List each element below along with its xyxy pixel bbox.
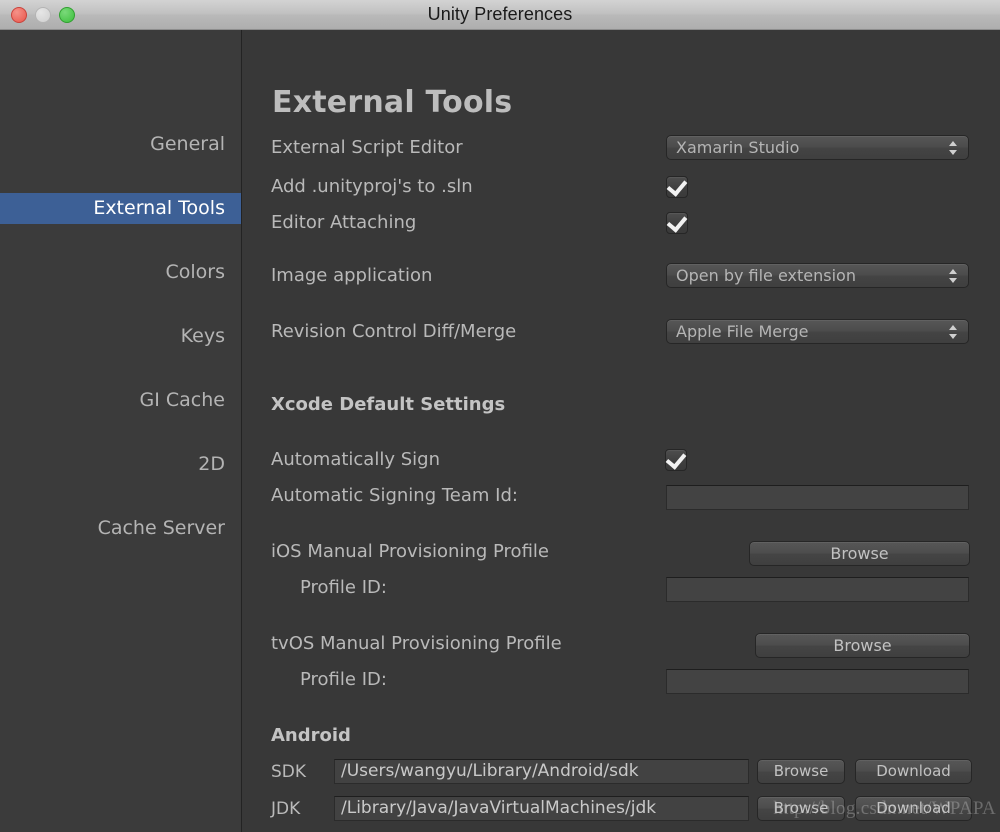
chevron-updown-icon bbox=[949, 324, 958, 340]
sidebar-item-2d[interactable]: 2D bbox=[0, 449, 241, 480]
automatically-sign-checkbox[interactable] bbox=[665, 448, 687, 471]
external-script-editor-value: Xamarin Studio bbox=[676, 138, 800, 157]
unity-preferences-window: Unity Preferences General External Tools… bbox=[0, 0, 1000, 832]
row-android-jdk: JDK /Library/Java/JavaVirtualMachines/jd… bbox=[242, 796, 1000, 822]
chevron-updown-icon bbox=[949, 268, 958, 284]
android-section-heading: Android bbox=[271, 725, 351, 746]
tvos-profile-id-input[interactable] bbox=[666, 669, 969, 694]
revision-control-label: Revision Control Diff/Merge bbox=[271, 321, 517, 342]
sidebar-item-colors[interactable]: Colors bbox=[0, 257, 241, 288]
android-jdk-label: JDK bbox=[271, 799, 301, 819]
preferences-panel: External Tools External Script Editor Xa… bbox=[242, 30, 1000, 832]
android-jdk-browse-button[interactable]: Browse bbox=[757, 796, 845, 821]
android-sdk-label: SDK bbox=[271, 762, 307, 782]
add-unityproj-checkbox[interactable] bbox=[666, 175, 688, 198]
image-application-value: Open by file extension bbox=[676, 266, 856, 285]
sidebar-item-label: Keys bbox=[180, 325, 225, 347]
android-sdk-download-button[interactable]: Download bbox=[855, 759, 972, 784]
check-icon bbox=[665, 448, 687, 470]
sidebar-item-label: General bbox=[150, 133, 225, 155]
sidebar-item-general[interactable]: General bbox=[0, 129, 241, 160]
sidebar-item-label: 2D bbox=[198, 453, 225, 475]
minimize-button[interactable] bbox=[35, 6, 51, 23]
check-icon bbox=[666, 211, 688, 233]
row-add-unityproj: Add .unityproj's to .sln bbox=[242, 174, 1000, 200]
row-tvos-profile-id: Profile ID: bbox=[242, 667, 1000, 694]
external-script-editor-label: External Script Editor bbox=[271, 137, 463, 158]
zoom-button[interactable] bbox=[59, 6, 75, 23]
row-editor-attaching: Editor Attaching bbox=[242, 210, 1000, 236]
chevron-updown-icon bbox=[949, 140, 958, 156]
window-content: General External Tools Colors Keys GI Ca… bbox=[0, 30, 1000, 832]
team-id-input[interactable] bbox=[666, 485, 969, 510]
tvos-provisioning-profile-label: tvOS Manual Provisioning Profile bbox=[271, 633, 562, 654]
revision-control-value: Apple File Merge bbox=[676, 322, 809, 341]
image-application-label: Image application bbox=[271, 265, 433, 286]
external-script-editor-dropdown[interactable]: Xamarin Studio bbox=[666, 135, 969, 160]
editor-attaching-checkbox[interactable] bbox=[666, 211, 688, 234]
row-automatically-sign: Automatically Sign bbox=[242, 447, 1000, 473]
xcode-section-heading: Xcode Default Settings bbox=[271, 394, 506, 415]
row-external-script-editor: External Script Editor Xamarin Studio bbox=[242, 135, 1000, 161]
sidebar-item-label: Cache Server bbox=[97, 517, 225, 539]
row-tvos-provisioning-profile: tvOS Manual Provisioning Profile Browse bbox=[242, 631, 1000, 658]
team-id-label: Automatic Signing Team Id: bbox=[271, 485, 518, 506]
check-icon bbox=[666, 175, 688, 197]
android-sdk-input[interactable]: /Users/wangyu/Library/Android/sdk bbox=[334, 759, 749, 784]
row-ios-provisioning-profile: iOS Manual Provisioning Profile Browse bbox=[242, 539, 1000, 566]
window-controls bbox=[11, 0, 75, 29]
row-android-sdk: SDK /Users/wangyu/Library/Android/sdk Br… bbox=[242, 759, 1000, 785]
window-title: Unity Preferences bbox=[427, 4, 573, 24]
tvos-provisioning-browse-button[interactable]: Browse bbox=[755, 633, 970, 658]
ios-profile-id-input[interactable] bbox=[666, 577, 969, 602]
ios-provisioning-profile-label: iOS Manual Provisioning Profile bbox=[271, 541, 549, 562]
revision-control-dropdown[interactable]: Apple File Merge bbox=[666, 319, 969, 344]
sidebar-item-label: Colors bbox=[165, 261, 225, 283]
sidebar-item-label: External Tools bbox=[93, 197, 225, 219]
tvos-profile-id-label: Profile ID: bbox=[300, 669, 387, 690]
android-jdk-download-button[interactable]: Download bbox=[855, 796, 972, 821]
sidebar-item-external-tools[interactable]: External Tools bbox=[0, 193, 241, 224]
editor-attaching-label: Editor Attaching bbox=[271, 212, 417, 233]
sidebar-item-keys[interactable]: Keys bbox=[0, 321, 241, 352]
sidebar-item-gi-cache[interactable]: GI Cache bbox=[0, 385, 241, 416]
row-image-application: Image application Open by file extension bbox=[242, 263, 1000, 289]
page-title: External Tools bbox=[272, 85, 513, 120]
sidebar-item-cache-server[interactable]: Cache Server bbox=[0, 513, 241, 544]
image-application-dropdown[interactable]: Open by file extension bbox=[666, 263, 969, 288]
sidebar-item-label: GI Cache bbox=[139, 389, 225, 411]
row-ios-profile-id: Profile ID: bbox=[242, 575, 1000, 602]
ios-provisioning-browse-button[interactable]: Browse bbox=[749, 541, 970, 566]
automatically-sign-label: Automatically Sign bbox=[271, 449, 440, 470]
titlebar: Unity Preferences bbox=[0, 0, 1000, 30]
add-unityproj-label: Add .unityproj's to .sln bbox=[271, 176, 473, 197]
ios-profile-id-label: Profile ID: bbox=[300, 577, 387, 598]
row-revision-control: Revision Control Diff/Merge Apple File M… bbox=[242, 319, 1000, 345]
android-sdk-browse-button[interactable]: Browse bbox=[757, 759, 845, 784]
close-button[interactable] bbox=[11, 6, 27, 23]
sidebar: General External Tools Colors Keys GI Ca… bbox=[0, 30, 242, 832]
row-team-id: Automatic Signing Team Id: bbox=[242, 483, 1000, 510]
android-jdk-input[interactable]: /Library/Java/JavaVirtualMachines/jdk bbox=[334, 796, 749, 821]
